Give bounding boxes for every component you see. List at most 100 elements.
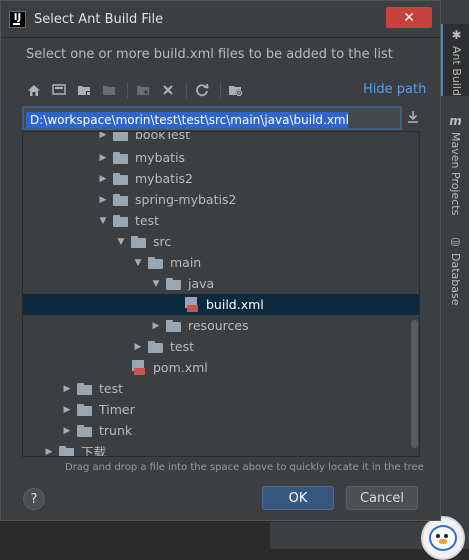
module-folder-icon[interactable] (98, 79, 120, 101)
collapsed-arrow-icon[interactable]: ▶ (61, 384, 73, 394)
folder-icon (113, 172, 129, 185)
tree-row-label: 下载 (81, 445, 107, 457)
maven-projects-tab[interactable]: m Maven Projects (441, 114, 469, 215)
folder-icon (148, 256, 164, 269)
refresh-icon[interactable] (191, 79, 213, 101)
database-tab-label: Database (449, 253, 462, 306)
desktop-icon[interactable] (48, 79, 70, 101)
maven-file-icon (131, 359, 147, 376)
tree-row[interactable]: ▶ test (23, 378, 419, 399)
collapsed-arrow-icon[interactable]: ▶ (61, 426, 73, 436)
collapsed-arrow-icon[interactable]: ▶ (43, 447, 55, 457)
tree-row-label: bookTest (135, 131, 191, 142)
folder-icon (77, 403, 93, 416)
collapsed-arrow-icon[interactable]: ▶ (97, 153, 109, 163)
ant-icon: ✱ (451, 28, 462, 42)
folder-icon (113, 214, 129, 227)
tree-row-label: src (153, 234, 172, 249)
download-icon[interactable] (405, 109, 421, 125)
tree-row[interactable]: ▶ test (23, 336, 419, 357)
show-hidden-icon[interactable] (225, 79, 247, 101)
hide-path-link[interactable]: Hide path (363, 82, 426, 97)
home-icon[interactable] (23, 79, 45, 101)
tree-row[interactable]: ▶ Timer (23, 399, 419, 420)
maven-icon: m (449, 114, 462, 128)
dialog-prompt: Select one or more build.xml files to be… (26, 47, 393, 62)
delete-icon[interactable] (157, 79, 179, 101)
toolbar-separator (186, 82, 187, 98)
maven-projects-tab-label: Maven Projects (449, 132, 462, 216)
tree-scrollbar-thumb[interactable] (411, 320, 418, 448)
folder-icon (166, 277, 182, 290)
folder-icon (166, 319, 182, 332)
dialog-title: Select Ant Build File (34, 11, 164, 27)
database-icon: ⛁ (450, 236, 461, 249)
select-ant-build-file-dialog: IJ Select Ant Build File ✕ Select one or… (0, 0, 441, 521)
path-input[interactable] (26, 111, 348, 128)
path-field[interactable] (22, 106, 402, 130)
tree-row[interactable]: ▶ trunk (23, 420, 419, 441)
tree-row[interactable]: ▶ mybatis2 (23, 168, 419, 189)
collapsed-arrow-icon[interactable]: ▶ (132, 342, 144, 352)
ok-button[interactable]: OK (262, 486, 334, 510)
tree-row-label: build.xml (206, 297, 264, 312)
folder-icon (77, 382, 93, 395)
tree-row[interactable]: ▶ mybatis (23, 147, 419, 168)
collapsed-arrow-icon[interactable]: ▶ (97, 174, 109, 184)
help-button[interactable]: ? (23, 488, 45, 510)
help-icon: ? (30, 491, 38, 507)
file-tree[interactable]: ▶ bookTest ▶ mybatis ▶ mybatis2 ▶ spring… (22, 131, 420, 457)
expanded-arrow-icon[interactable]: ▼ (132, 258, 144, 268)
toolbar-separator (220, 82, 221, 98)
tree-row-label: mybatis (135, 150, 186, 165)
tree-row-label: java (188, 276, 215, 291)
folder-icon (59, 445, 75, 456)
tree-row-label: Timer (99, 402, 135, 417)
folder-icon (113, 151, 129, 164)
close-icon: ✕ (403, 9, 415, 26)
toolbar-separator (127, 82, 128, 98)
expanded-arrow-icon[interactable]: ▼ (115, 237, 127, 247)
collapsed-arrow-icon[interactable]: ▶ (150, 321, 162, 331)
tree-row[interactable]: ▼ java (23, 273, 419, 294)
tree-row-label: pom.xml (153, 360, 208, 375)
folder-icon (148, 340, 164, 353)
tree-row-label: spring-mybatis2 (135, 192, 237, 207)
folder-icon (113, 193, 129, 206)
tree-row-label: test (135, 213, 160, 228)
tree-row[interactable]: pom.xml (23, 357, 419, 378)
expanded-arrow-icon[interactable]: ▼ (150, 279, 162, 289)
tree-row-label: mybatis2 (135, 171, 194, 186)
tree-row[interactable]: ▶ spring-mybatis2 (23, 189, 419, 210)
tree-row[interactable]: ▶ resources (23, 315, 419, 336)
collapsed-arrow-icon[interactable]: ▶ (61, 405, 73, 415)
avatar (421, 516, 465, 560)
folder-icon (131, 235, 147, 248)
folder-icon (77, 424, 93, 437)
ide-right-toolwindow-bar: ✱ Ant Build m Maven Projects ⛁ Database (440, 0, 469, 549)
tree-row[interactable]: ▼ main (23, 252, 419, 273)
expanded-arrow-icon[interactable]: ▼ (97, 216, 109, 226)
close-button[interactable]: ✕ (386, 7, 432, 28)
tree-row[interactable]: ▶ 下载 (23, 441, 419, 457)
collapsed-arrow-icon[interactable]: ▶ (97, 195, 109, 205)
tree-row-label: test (99, 381, 124, 396)
tree-row[interactable]: ▶ bookTest (23, 131, 419, 145)
database-tab[interactable]: ⛁ Database (441, 236, 469, 306)
collapsed-arrow-icon[interactable]: ▶ (97, 132, 109, 140)
tree-row[interactable]: ▼ src (23, 231, 419, 252)
app-icon-text: IJ (13, 11, 22, 23)
drag-drop-hint: Drag and drop a file into the space abov… (65, 462, 424, 473)
new-folder-icon[interactable] (132, 79, 154, 101)
tree-row-label: trunk (99, 423, 133, 438)
folder-icon (113, 132, 129, 141)
tree-row-selected[interactable]: build.xml (23, 294, 419, 315)
project-folder-icon[interactable] (73, 79, 95, 101)
ant-build-tab-label: Ant Build (450, 46, 463, 96)
intellij-app-icon: IJ (9, 10, 26, 28)
file-chooser-toolbar (23, 79, 250, 101)
tree-row[interactable]: ▼ test (23, 210, 419, 231)
ant-build-tab[interactable]: ✱ Ant Build (441, 24, 469, 96)
cancel-button[interactable]: Cancel (346, 486, 418, 510)
dialog-titlebar[interactable]: IJ Select Ant Build File (1, 1, 440, 38)
